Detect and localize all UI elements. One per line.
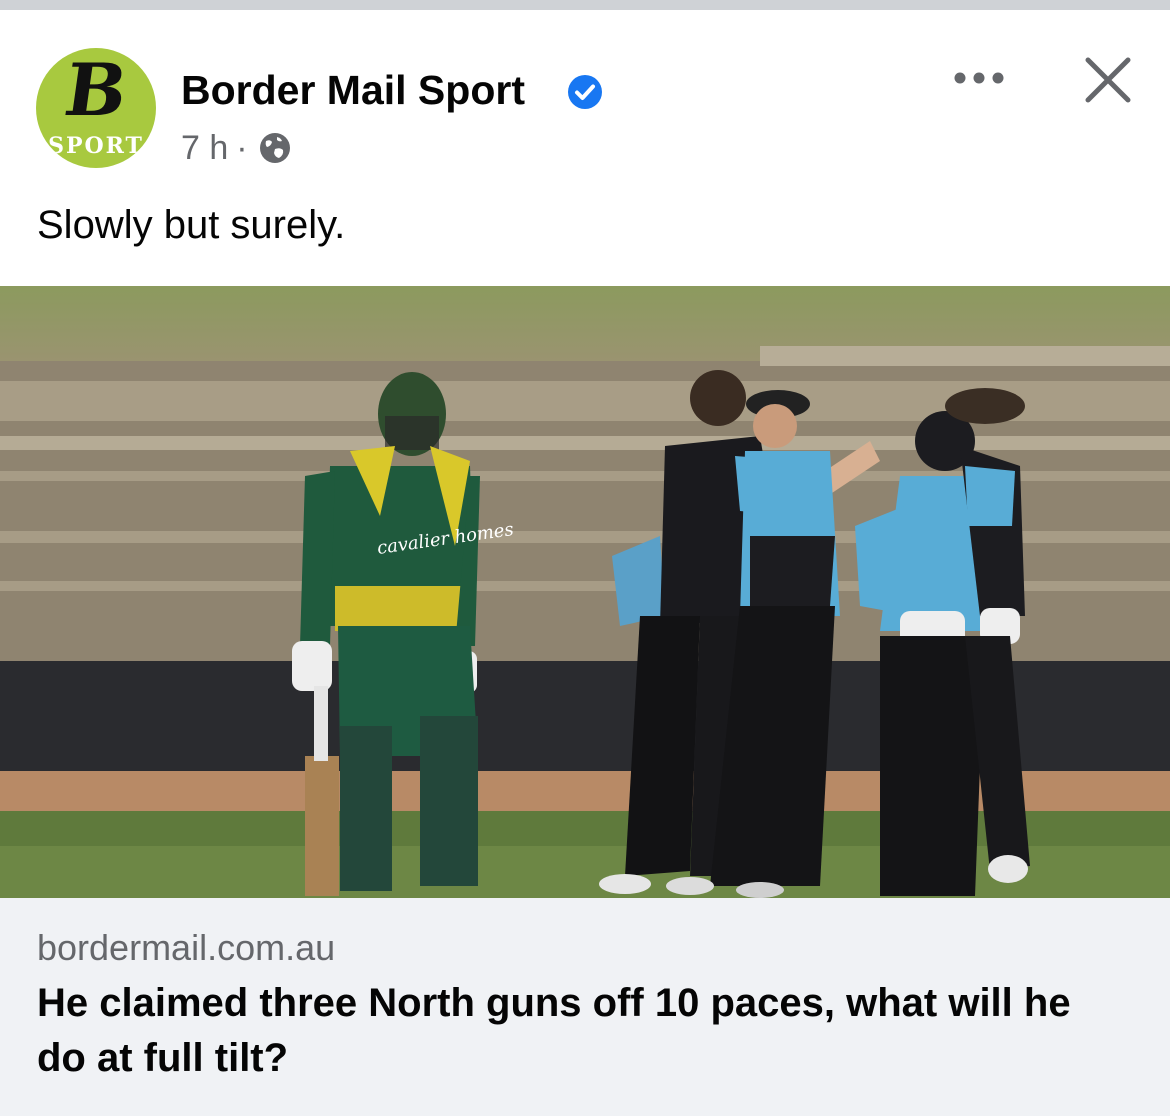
page-avatar[interactable]: B SPORT — [36, 48, 156, 168]
top-divider — [0, 0, 1170, 10]
cricket-match-photo: cavalier homes — [0, 286, 1170, 898]
avatar-logo-text: SPORT — [48, 133, 144, 159]
post-timestamp[interactable]: 7 h — [181, 128, 228, 168]
link-domain: bordermail.com.au — [37, 927, 336, 968]
globe-icon — [259, 133, 290, 163]
meta-separator: · — [236, 129, 248, 167]
page-name-link[interactable]: Border Mail Sport — [181, 66, 525, 114]
avatar-logo-letter: B — [59, 48, 133, 132]
close-icon[interactable] — [1078, 50, 1138, 110]
post-meta: 7 h · — [181, 128, 292, 168]
post-text: Slowly but surely. — [37, 203, 346, 247]
verified-badge-icon — [568, 75, 602, 109]
link-headline[interactable]: He claimed three North guns off 10 paces… — [37, 976, 1127, 1086]
link-preview-image[interactable]: cavalier homes — [0, 286, 1170, 898]
more-options-icon[interactable] — [944, 58, 1014, 98]
